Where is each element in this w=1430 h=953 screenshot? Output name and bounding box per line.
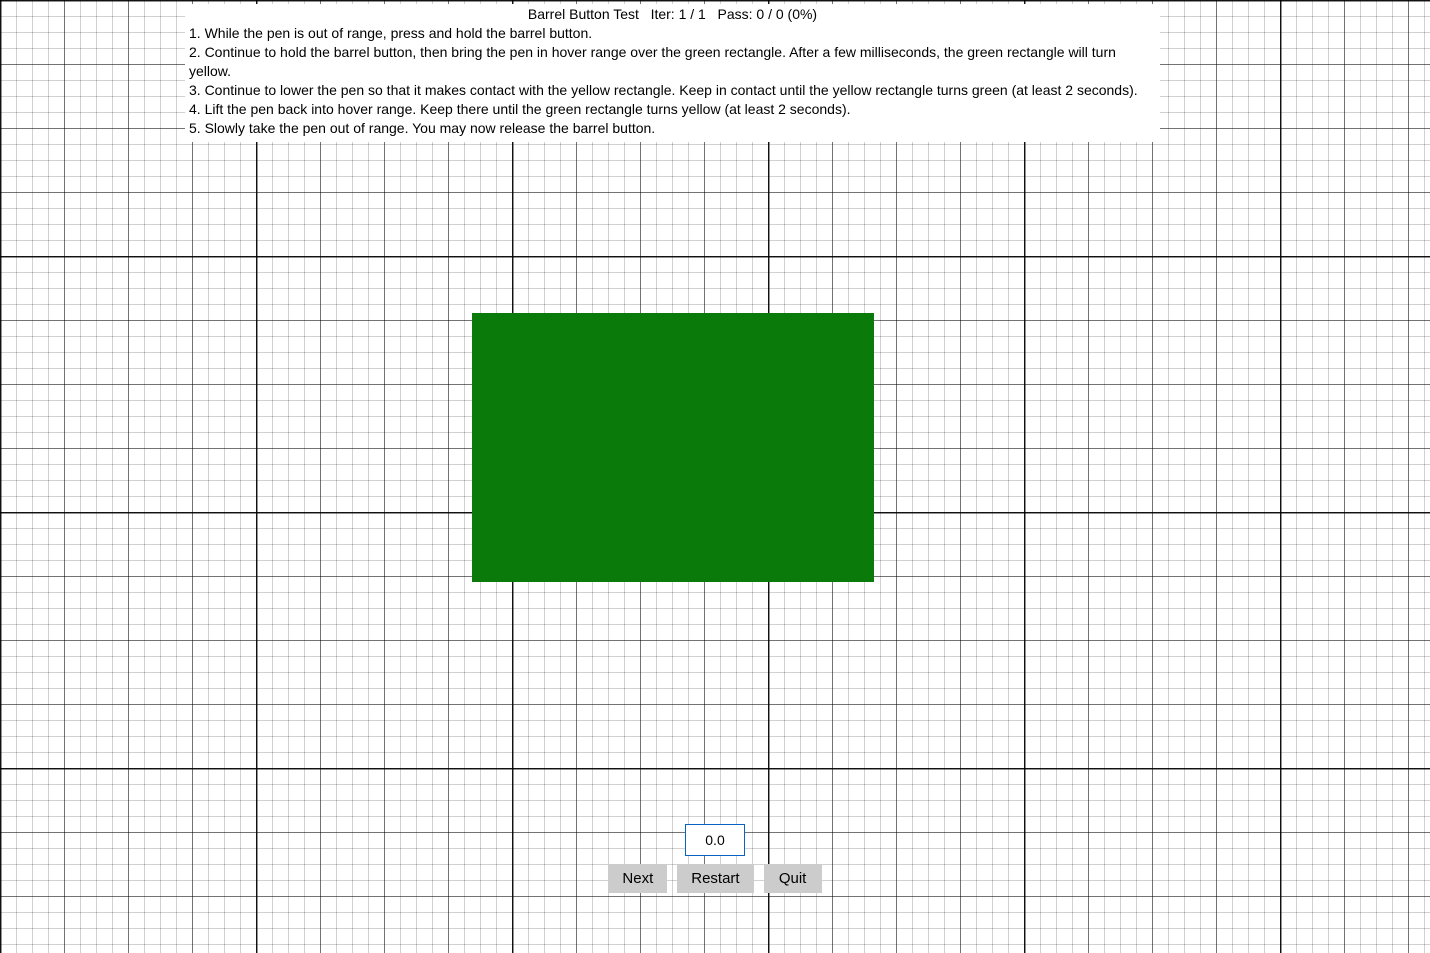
header-panel: Barrel Button Test Iter: 1 / 1 Pass: 0 /… (185, 4, 1160, 142)
instruction-step: 5. Slowly take the pen out of range. You… (189, 119, 1156, 138)
timer-value: 0.0 (705, 832, 724, 848)
next-button[interactable]: Next (608, 864, 667, 893)
test-title: Barrel Button Test Iter: 1 / 1 Pass: 0 /… (189, 6, 1156, 22)
instruction-step: 2. Continue to hold the barrel button, t… (189, 43, 1156, 81)
restart-button[interactable]: Restart (677, 864, 753, 893)
instruction-step: 1. While the pen is out of range, press … (189, 24, 1156, 43)
instruction-step: 3. Continue to lower the pen so that it … (189, 81, 1156, 100)
instruction-step: 4. Lift the pen back into hover range. K… (189, 100, 1156, 119)
timer-readout: 0.0 (685, 824, 745, 856)
bottom-controls: 0.0 Next Restart Quit (0, 824, 1430, 893)
instruction-list: 1. While the pen is out of range, press … (189, 24, 1156, 138)
target-rectangle[interactable] (472, 313, 874, 582)
quit-button[interactable]: Quit (764, 864, 822, 893)
button-row: Next Restart Quit (608, 864, 821, 893)
